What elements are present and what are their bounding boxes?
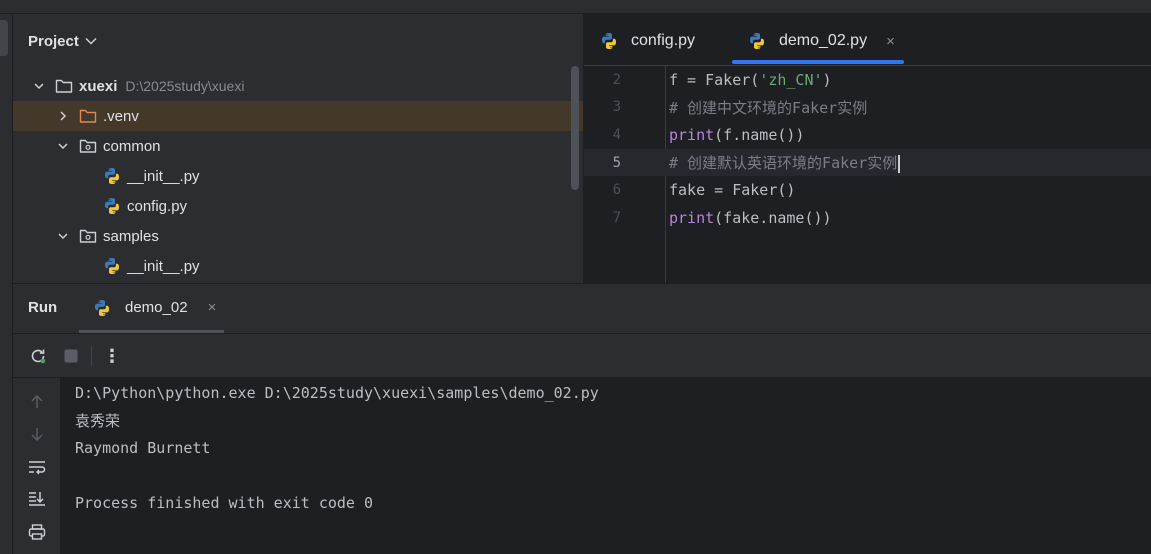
- code-text: print(f.name()): [669, 125, 805, 144]
- tree-item-init-py[interactable]: __init__.py: [13, 251, 583, 281]
- arrow-up-icon: [31, 394, 43, 408]
- project-panel: Project xuexi D:\2025study\xuexi .venv comm…: [13, 14, 583, 283]
- code-text: f = Faker('zh_CN'): [669, 70, 832, 89]
- tree-item-label: xuexi: [79, 77, 118, 95]
- code-text: print(fake.name()): [669, 208, 832, 227]
- project-tree: xuexi D:\2025study\xuexi .venv common __init…: [13, 71, 583, 281]
- tab-label: config.py: [631, 32, 696, 49]
- title-bar-strip: [0, 0, 1151, 14]
- soft-wrap-button[interactable]: [27, 457, 47, 477]
- tree-item-label: .venv: [103, 107, 139, 125]
- code-line[interactable]: 7 print(fake.name()): [584, 204, 1151, 232]
- close-icon[interactable]: ×: [886, 33, 895, 50]
- line-number: 2: [612, 71, 621, 88]
- print-icon: [28, 524, 46, 540]
- line-number: 5: [612, 154, 621, 171]
- tree-item-label: __init__.py: [127, 167, 200, 185]
- run-panel: Run demo_02 × ⋮ D:\Python\python.exe D:\…: [13, 283, 1151, 554]
- run-toolbar: ⋮: [13, 334, 1151, 378]
- folder-icon: [55, 78, 73, 94]
- code-line[interactable]: 2 f = Faker('zh_CN'): [584, 66, 1151, 94]
- tree-item-venv[interactable]: .venv: [13, 101, 583, 131]
- project-panel-header[interactable]: Project: [28, 30, 97, 52]
- project-panel-title: Project: [28, 32, 79, 50]
- up-button[interactable]: [27, 392, 47, 412]
- python-icon: [748, 33, 766, 49]
- tree-item-samples[interactable]: samples: [13, 221, 583, 251]
- more-options-button[interactable]: ⋮: [102, 346, 122, 366]
- editor-tabs: config.py demo_02.py ×: [584, 14, 1151, 66]
- run-tab-label: demo_02: [125, 299, 188, 316]
- package-folder-icon: [79, 228, 97, 244]
- code-line[interactable]: 3 # 创建中文环境的Faker实例: [584, 94, 1151, 122]
- arrow-down-icon: [31, 428, 43, 442]
- run-panel-header: Run demo_02 ×: [13, 284, 1151, 334]
- project-scrollbar[interactable]: [571, 66, 579, 190]
- tab-config-py[interactable]: config.py: [600, 28, 695, 54]
- down-button[interactable]: [27, 424, 47, 444]
- chevron-down-icon: [85, 37, 97, 45]
- python-icon: [103, 258, 121, 274]
- tree-item-xuexi[interactable]: xuexi D:\2025study\xuexi: [13, 71, 583, 101]
- run-tab-demo-02[interactable]: demo_02 ×: [93, 299, 216, 316]
- code-text: fake = Faker(): [669, 181, 796, 200]
- code-text: # 创建中文环境的Faker实例: [669, 98, 868, 117]
- console-line: D:\Python\python.exe D:\2025study\xuexi\…: [75, 383, 599, 402]
- tree-item-init-py[interactable]: __init__.py: [13, 161, 583, 191]
- toolbar-separator: [91, 346, 92, 366]
- print-button[interactable]: [27, 522, 47, 542]
- scroll-to-end-button[interactable]: [27, 489, 47, 509]
- console-line: Process finished with exit code 0: [75, 493, 374, 512]
- text-caret: [898, 154, 901, 173]
- active-tab-indicator: [732, 60, 904, 64]
- run-tab-indicator: [79, 330, 224, 333]
- package-folder-icon: [79, 138, 97, 154]
- rerun-icon: [31, 349, 46, 364]
- line-number: 3: [612, 99, 621, 116]
- tree-item-label: common: [103, 137, 161, 155]
- tree-item-label: __init__.py: [127, 257, 200, 275]
- scroll-to-end-icon: [29, 492, 45, 506]
- code-line[interactable]: 4 print(f.name()): [584, 121, 1151, 149]
- line-number: 7: [612, 209, 621, 226]
- console-line: Raymond Burnett: [75, 438, 211, 457]
- stop-icon: [64, 349, 78, 363]
- chevron-down-icon[interactable]: [57, 230, 69, 242]
- chevron-right-icon[interactable]: [57, 110, 69, 122]
- tree-item-common[interactable]: common: [13, 131, 583, 161]
- project-tool-window-button[interactable]: [0, 20, 8, 56]
- chevron-down-icon[interactable]: [33, 80, 45, 92]
- chevron-down-icon[interactable]: [57, 140, 69, 152]
- code-area[interactable]: 2 f = Faker('zh_CN') 3 # 创建中文环境的Faker实例 4 pri…: [584, 66, 1151, 232]
- python-icon: [103, 168, 121, 184]
- tree-item-label: config.py: [127, 197, 188, 215]
- python-icon: [93, 299, 111, 316]
- run-panel-title: Run: [28, 299, 58, 316]
- python-icon: [103, 198, 121, 214]
- console-output[interactable]: D:\Python\python.exe D:\2025study\xuexi\…: [61, 378, 1151, 554]
- stop-button[interactable]: [61, 346, 81, 366]
- line-number: 6: [612, 182, 621, 199]
- editor: config.py demo_02.py × 2 f = Faker('zh_CN…: [583, 14, 1151, 283]
- code-line[interactable]: 5 # 创建默认英语环境的Faker实例: [584, 148, 1151, 177]
- code-text: # 创建默认英语环境的Faker实例: [669, 152, 901, 173]
- tree-item-config-py[interactable]: config.py: [13, 191, 583, 221]
- close-icon[interactable]: ×: [208, 299, 217, 316]
- tree-item-label: samples: [103, 227, 159, 245]
- line-number: 4: [612, 126, 621, 143]
- tab-demo-02-py[interactable]: demo_02.py ×: [748, 28, 895, 54]
- tree-item-path: D:\2025study\xuexi: [125, 78, 245, 94]
- rerun-button[interactable]: [28, 346, 48, 366]
- folder-icon: [79, 108, 97, 124]
- soft-wrap-icon: [29, 461, 46, 475]
- python-icon: [600, 33, 618, 49]
- code-line[interactable]: 6 fake = Faker(): [584, 176, 1151, 204]
- console-line: 袁秀荣: [75, 411, 121, 430]
- tool-window-strip: [0, 14, 13, 554]
- run-side-toolbar: [13, 378, 61, 554]
- tab-label: demo_02.py: [779, 32, 868, 49]
